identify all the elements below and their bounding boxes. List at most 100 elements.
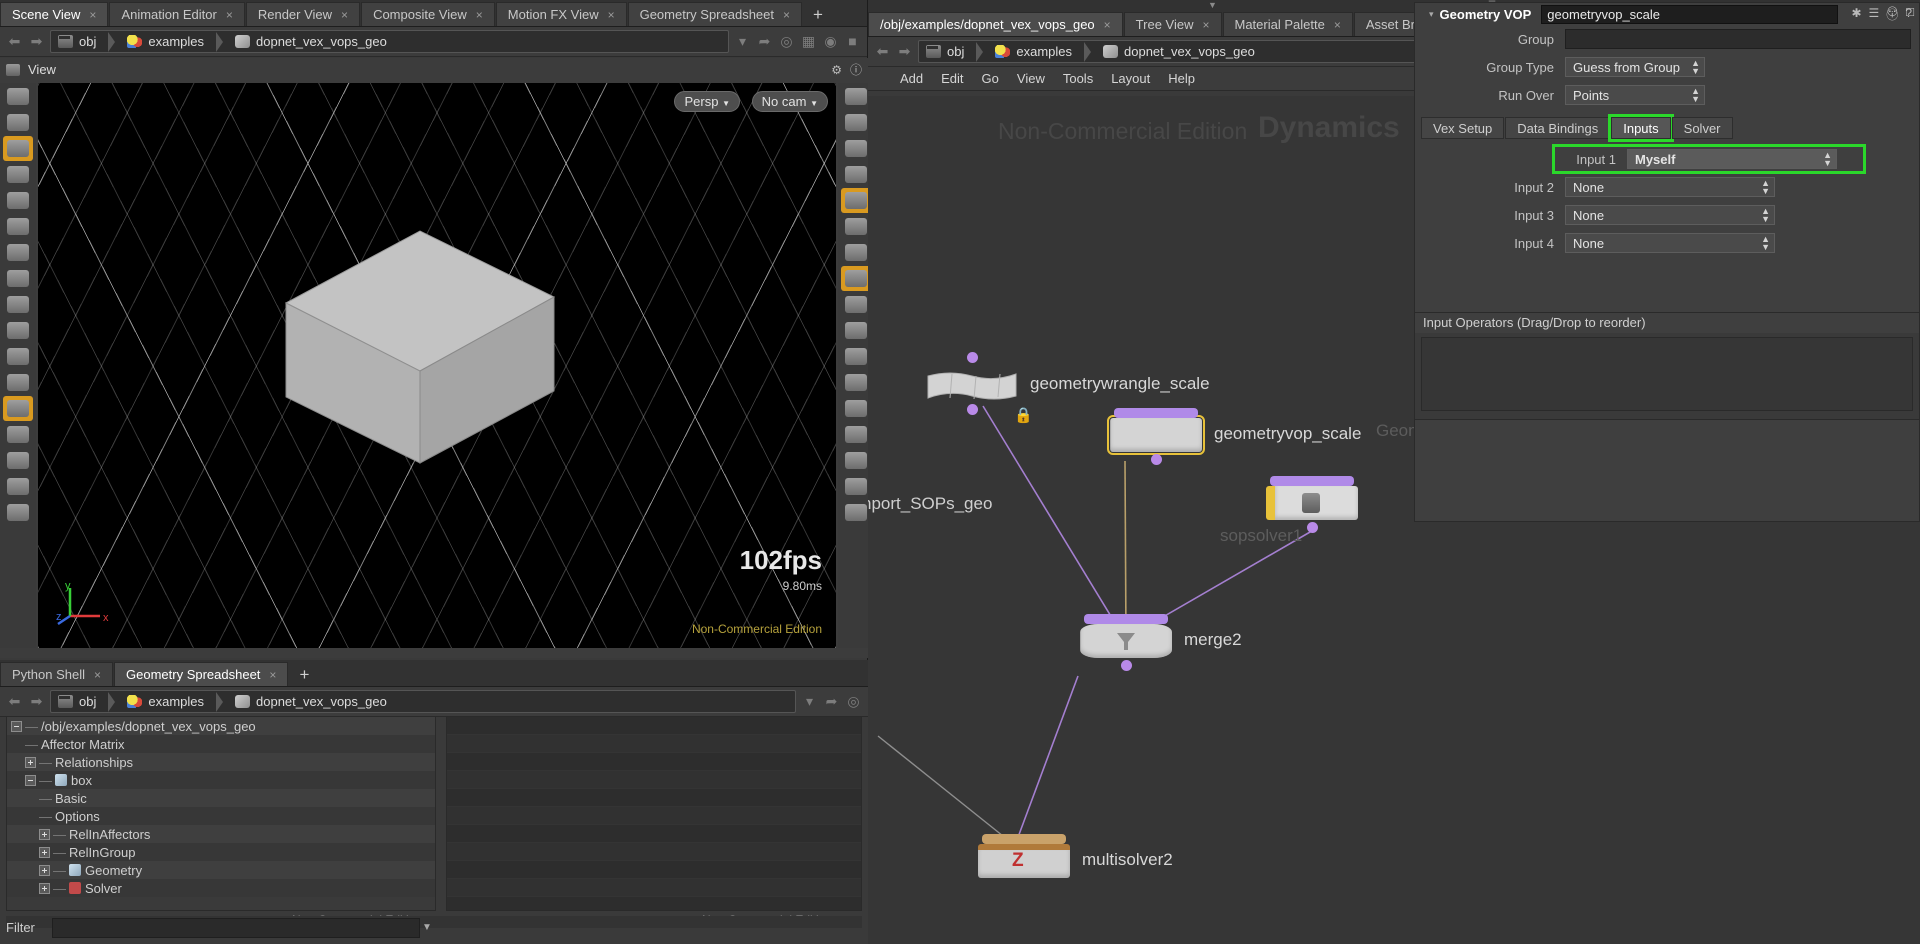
- forward-icon[interactable]: ➡: [28, 33, 45, 50]
- tool-magnet-icon[interactable]: [3, 370, 33, 395]
- light-toggle-icon[interactable]: [841, 214, 871, 239]
- guide-icon[interactable]: [841, 500, 871, 525]
- geometry-tree[interactable]: —/obj/examples/dopnet_vex_vops_geo — Affec…: [6, 716, 436, 911]
- sheet-crumb-examples[interactable]: examples: [122, 691, 230, 712]
- sheet-crumb-dopnet-vex-vops-geo[interactable]: dopnet_vex_vops_geo: [230, 691, 394, 712]
- bottom-back-icon[interactable]: ⬅: [6, 693, 23, 710]
- help-icon[interactable]: ⓘ: [850, 61, 862, 78]
- parameter-dropdown[interactable]: Points ▲ ▼: [1565, 85, 1705, 105]
- close-icon[interactable]: ×: [783, 8, 790, 22]
- wireframe-icon[interactable]: [841, 162, 871, 187]
- tool-edge-icon[interactable]: [3, 214, 33, 239]
- tool-move-icon[interactable]: [3, 136, 33, 161]
- tool-point-icon[interactable]: [3, 188, 33, 213]
- chevron-updown-icon[interactable]: ▲ ▼: [1761, 207, 1770, 224]
- node-output-connector[interactable]: [1307, 522, 1318, 533]
- node-body[interactable]: [926, 368, 1018, 402]
- tab-tree-view[interactable]: Tree View ×: [1123, 12, 1222, 36]
- viewport-persp-menu[interactable]: Persp ▼: [674, 91, 740, 112]
- menu-edit[interactable]: Edit: [941, 71, 963, 86]
- tab-python-shell[interactable]: Python Shell ×: [0, 662, 114, 686]
- close-icon[interactable]: ×: [226, 8, 233, 22]
- chevron-updown-icon[interactable]: ▲ ▼: [1761, 235, 1770, 252]
- number-icon[interactable]: [841, 396, 871, 421]
- tree-item[interactable]: — Solver: [7, 879, 435, 897]
- keyframe-icon[interactable]: ☰: [1869, 6, 1880, 23]
- tab--obj-examples-dopnet-vex-vops-geo[interactable]: /obj/examples/dopnet_vex_vops_geo ×: [868, 12, 1123, 36]
- material-toggle-icon[interactable]: [841, 266, 871, 291]
- shaded-icon[interactable]: [841, 188, 871, 213]
- parameter-tab-vex-setup[interactable]: Vex Setup: [1421, 117, 1505, 139]
- scene-crumb-examples[interactable]: examples: [122, 31, 230, 52]
- origin-icon[interactable]: [841, 474, 871, 499]
- network-crumb-examples[interactable]: examples: [990, 41, 1098, 62]
- node-output-connector[interactable]: [1151, 454, 1162, 465]
- tool-handle-icon[interactable]: [3, 110, 33, 135]
- collapse-chevron-icon[interactable]: ▾: [1429, 9, 1434, 20]
- tool-prim-icon[interactable]: [3, 240, 33, 265]
- tool-snap-icon[interactable]: [3, 396, 33, 421]
- tool-group-icon[interactable]: [3, 344, 33, 369]
- light-add-icon[interactable]: [841, 240, 871, 265]
- input-dropdown[interactable]: None ▲ ▼: [1565, 177, 1775, 197]
- chevron-updown-icon[interactable]: ▲ ▼: [1691, 59, 1700, 76]
- tree-item[interactable]: — box: [7, 771, 435, 789]
- pin-icon[interactable]: ➦: [756, 33, 773, 50]
- box-icon[interactable]: ▦: [800, 33, 817, 50]
- bottom-breadcrumb[interactable]: obj examples dopnet_vex_vops_geo: [50, 690, 796, 713]
- display-options-icon[interactable]: [841, 84, 871, 109]
- menu-view[interactable]: View: [1017, 71, 1045, 86]
- collapse-icon[interactable]: [11, 720, 22, 732]
- tree-item[interactable]: — Relationships: [7, 753, 435, 771]
- tool-sculpt-icon[interactable]: [3, 292, 33, 317]
- expand-icon[interactable]: [39, 828, 50, 840]
- tab-geometry-spreadsheet[interactable]: Geometry Spreadsheet ×: [114, 662, 289, 686]
- filter-chevron-down-icon[interactable]: ▼: [420, 918, 434, 938]
- tab-geometry-spreadsheet[interactable]: Geometry Spreadsheet ×: [627, 2, 803, 26]
- lock-icon[interactable]: [841, 136, 871, 161]
- node-geometrywrangle-scale[interactable]: 🔒 geometrywrangle_scale: [926, 352, 1210, 424]
- expand-icon[interactable]: [25, 756, 36, 768]
- bottom-chevron-down-icon[interactable]: ▾: [801, 693, 818, 710]
- tool-material-icon[interactable]: [3, 448, 33, 473]
- close-icon[interactable]: ×: [476, 8, 483, 22]
- tool-paint-icon[interactable]: [3, 318, 33, 343]
- tab-render-view[interactable]: Render View ×: [245, 2, 361, 26]
- add-tab-icon[interactable]: +: [289, 664, 319, 686]
- tab-motion-fx-view[interactable]: Motion FX View ×: [495, 2, 627, 26]
- tool-volume-icon[interactable]: [3, 422, 33, 447]
- node-sopsolver[interactable]: sopsolver1: [1220, 476, 1358, 545]
- scene-crumb-dopnet-vex-vops-geo[interactable]: dopnet_vex_vops_geo: [230, 31, 394, 52]
- tree-item[interactable]: — RelInGroup: [7, 843, 435, 861]
- parameter-text-field[interactable]: [1565, 29, 1911, 49]
- gear-icon[interactable]: ✱: [1851, 6, 1861, 23]
- menu-layout[interactable]: Layout: [1111, 71, 1150, 86]
- expand-icon[interactable]: [39, 846, 50, 858]
- tool-arrow-icon[interactable]: [3, 162, 33, 187]
- menu-go[interactable]: Go: [982, 71, 999, 86]
- net-forward-icon[interactable]: ➡: [896, 43, 913, 60]
- panel-icon[interactable]: ■: [844, 33, 861, 50]
- tool-soft-icon[interactable]: [3, 266, 33, 291]
- input-dropdown[interactable]: None ▲ ▼: [1565, 205, 1775, 225]
- tree-item[interactable]: — Geometry: [7, 861, 435, 879]
- input-dropdown[interactable]: None ▲ ▼: [1565, 233, 1775, 253]
- bottom-pin-icon[interactable]: ➦: [823, 693, 840, 710]
- maximize-icon[interactable]: □: [1906, 4, 1914, 20]
- close-icon[interactable]: ×: [89, 8, 96, 22]
- close-icon[interactable]: ×: [1104, 18, 1111, 32]
- uv-icon[interactable]: [841, 292, 871, 317]
- menu-tools[interactable]: Tools: [1063, 71, 1093, 86]
- tree-item[interactable]: — Options: [7, 807, 435, 825]
- tree-item[interactable]: — Basic: [7, 789, 435, 807]
- sheet-crumb-obj[interactable]: obj: [53, 691, 122, 712]
- tool-camera-icon[interactable]: [3, 500, 33, 525]
- close-icon[interactable]: ×: [341, 8, 348, 22]
- viewport-camera-menu[interactable]: No cam ▼: [751, 91, 828, 112]
- input-dropdown[interactable]: Myself ▲ ▼: [1627, 149, 1837, 169]
- tool-light-icon[interactable]: [3, 474, 33, 499]
- normal-icon[interactable]: [841, 344, 871, 369]
- tab-material-palette[interactable]: Material Palette ×: [1222, 12, 1353, 36]
- node-merge2[interactable]: merge2: [1080, 614, 1242, 671]
- expand-icon[interactable]: [39, 882, 50, 894]
